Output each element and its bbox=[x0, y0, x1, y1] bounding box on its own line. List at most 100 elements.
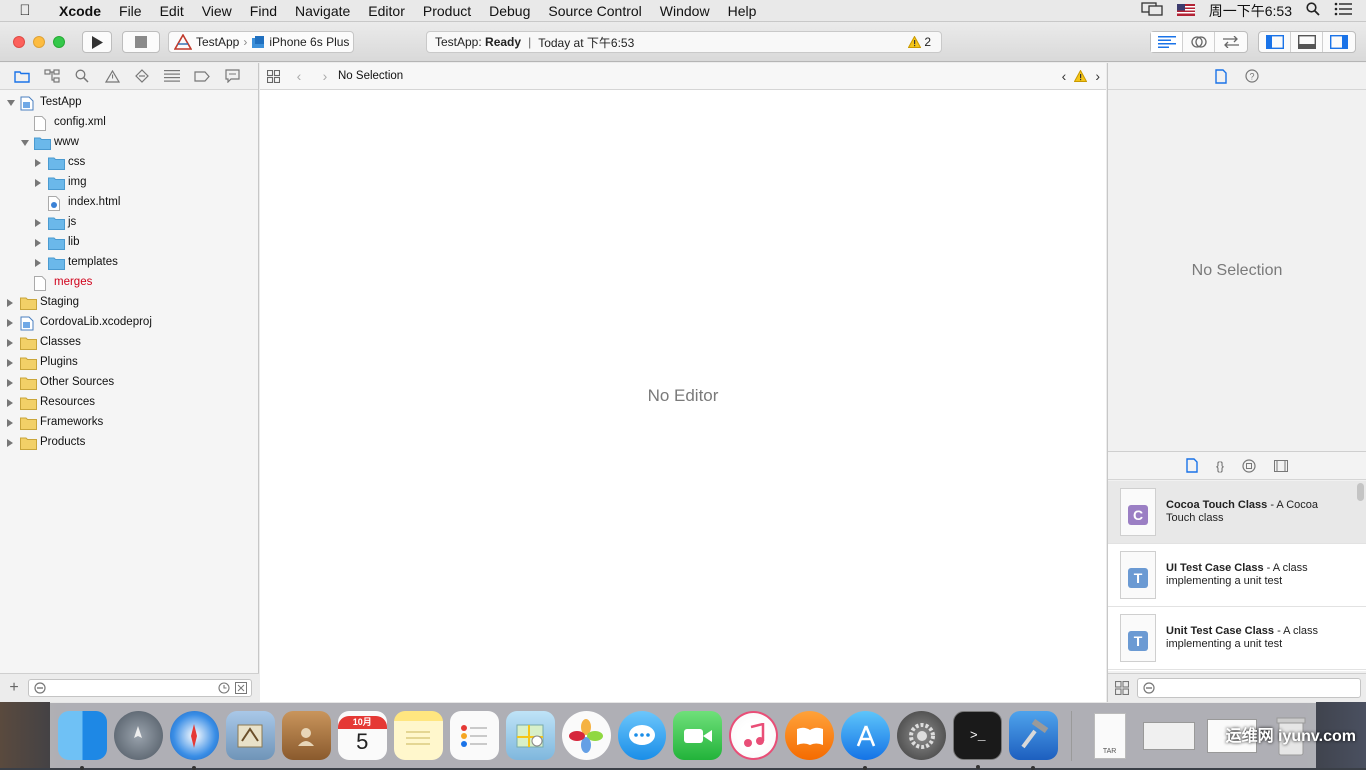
disclosure-closed-icon[interactable] bbox=[7, 359, 13, 367]
report-navigator-tab[interactable] bbox=[222, 67, 242, 85]
source-control-filter-icon[interactable] bbox=[235, 682, 247, 694]
xcode-dock-icon[interactable] bbox=[1009, 711, 1059, 770]
template-list-item[interactable]: C Cocoa Touch Class - A Cocoa Touch class bbox=[1108, 481, 1366, 544]
tree-row[interactable]: js bbox=[0, 213, 258, 233]
toggle-utilities-button[interactable] bbox=[1323, 32, 1355, 52]
tree-row[interactable]: CordovaLib.xcodeproj bbox=[0, 313, 258, 333]
disclosure-closed-icon[interactable] bbox=[7, 419, 13, 427]
menu-editor[interactable]: Editor bbox=[359, 3, 414, 19]
warnings-indicator[interactable]: 2 bbox=[908, 35, 941, 49]
menu-app-name[interactable]: Xcode bbox=[50, 3, 110, 19]
reminders-dock-icon[interactable] bbox=[449, 711, 499, 760]
finder-dock-icon[interactable] bbox=[58, 711, 107, 770]
disclosure-closed-icon[interactable] bbox=[7, 319, 13, 327]
app-store-dock-icon[interactable] bbox=[841, 711, 891, 770]
go-back-button[interactable]: ‹ bbox=[286, 68, 312, 84]
recent-files-icon[interactable] bbox=[218, 682, 230, 694]
disclosure-closed-icon[interactable] bbox=[7, 299, 13, 307]
file-template-library-icon[interactable] bbox=[1186, 458, 1198, 473]
library-scrollbar[interactable] bbox=[1357, 483, 1364, 501]
file-inspector-icon[interactable] bbox=[1215, 68, 1227, 84]
template-list-item[interactable]: T Unit Test Case Class - A class implemen… bbox=[1108, 607, 1366, 670]
notes-dock-icon[interactable] bbox=[393, 711, 443, 760]
quick-help-icon[interactable]: ? bbox=[1245, 69, 1259, 83]
assistant-editor-button[interactable] bbox=[1183, 32, 1215, 52]
grid-view-toggle-icon[interactable] bbox=[1115, 681, 1129, 695]
disclosure-closed-icon[interactable] bbox=[35, 219, 41, 227]
input-source-flag-icon[interactable] bbox=[1176, 3, 1195, 19]
library-filter-input[interactable] bbox=[1137, 678, 1361, 698]
template-list-item[interactable]: T UI Test Case Class - A class implementi… bbox=[1108, 544, 1366, 607]
tree-row[interactable]: templates bbox=[0, 253, 258, 273]
jumpbar-path[interactable]: No Selection bbox=[338, 70, 403, 82]
tree-row[interactable]: img bbox=[0, 173, 258, 193]
navigator-filter-input[interactable] bbox=[28, 679, 252, 697]
tree-row[interactable]: Staging bbox=[0, 293, 258, 313]
terminal-dock-icon[interactable]: >_ bbox=[953, 711, 1003, 769]
close-window-button[interactable] bbox=[13, 36, 25, 48]
add-file-button[interactable]: + bbox=[0, 679, 28, 697]
breakpoint-navigator-tab[interactable] bbox=[192, 67, 212, 85]
menu-view[interactable]: View bbox=[193, 3, 241, 19]
spotlight-search-icon[interactable] bbox=[1306, 2, 1320, 19]
symbol-navigator-tab[interactable] bbox=[42, 67, 62, 85]
display-mirror-icon[interactable] bbox=[1141, 2, 1163, 19]
related-items-button[interactable] bbox=[260, 69, 286, 83]
menu-product[interactable]: Product bbox=[414, 3, 480, 19]
test-navigator-tab[interactable] bbox=[132, 67, 152, 85]
tree-row[interactable]: css bbox=[0, 153, 258, 173]
tree-row[interactable]: index.html bbox=[0, 193, 258, 213]
go-forward-button[interactable]: › bbox=[312, 68, 338, 84]
disclosure-closed-icon[interactable] bbox=[7, 399, 13, 407]
ibooks-dock-icon[interactable] bbox=[785, 711, 835, 760]
itunes-dock-icon[interactable] bbox=[729, 711, 779, 760]
next-issue-button[interactable]: › bbox=[1095, 68, 1100, 84]
disclosure-closed-icon[interactable] bbox=[7, 379, 13, 387]
mail-dock-icon[interactable] bbox=[225, 711, 275, 760]
tree-row[interactable]: www bbox=[0, 133, 258, 153]
contacts-dock-icon[interactable] bbox=[281, 711, 331, 760]
menu-find[interactable]: Find bbox=[241, 3, 286, 19]
tree-row[interactable]: config.xml bbox=[0, 113, 258, 133]
run-button[interactable] bbox=[82, 31, 112, 53]
toggle-navigator-button[interactable] bbox=[1259, 32, 1291, 52]
calendar-dock-icon[interactable]: 10月 5 bbox=[337, 711, 387, 760]
media-library-icon[interactable] bbox=[1274, 459, 1288, 472]
minimize-window-button[interactable] bbox=[33, 36, 45, 48]
archive-file-dock-icon[interactable]: TAR bbox=[1085, 711, 1134, 760]
previous-issue-button[interactable]: ‹ bbox=[1062, 68, 1067, 84]
menu-file[interactable]: File bbox=[110, 3, 151, 19]
scheme-selector[interactable]: TestApp › iPhone 6s Plus bbox=[168, 31, 354, 53]
stop-button[interactable] bbox=[122, 31, 160, 53]
menu-help[interactable]: Help bbox=[719, 3, 766, 19]
menu-navigate[interactable]: Navigate bbox=[286, 3, 359, 19]
messages-dock-icon[interactable] bbox=[617, 711, 667, 760]
code-snippet-library-icon[interactable]: {} bbox=[1216, 459, 1224, 473]
tree-row[interactable]: lib bbox=[0, 233, 258, 253]
tree-row[interactable]: TestApp bbox=[0, 93, 258, 113]
disclosure-open-icon[interactable] bbox=[21, 140, 29, 146]
issue-warning-icon[interactable] bbox=[1074, 70, 1088, 82]
tree-row[interactable]: Plugins bbox=[0, 353, 258, 373]
disclosure-closed-icon[interactable] bbox=[35, 179, 41, 187]
tree-row[interactable]: Resources bbox=[0, 393, 258, 413]
tree-row[interactable]: Other Sources bbox=[0, 373, 258, 393]
disclosure-closed-icon[interactable] bbox=[7, 339, 13, 347]
project-navigator-tab[interactable] bbox=[12, 67, 32, 85]
menu-edit[interactable]: Edit bbox=[151, 3, 193, 19]
notification-center-icon[interactable] bbox=[1334, 2, 1352, 19]
object-library-icon[interactable] bbox=[1242, 458, 1256, 473]
maps-dock-icon[interactable] bbox=[505, 711, 555, 760]
find-navigator-tab[interactable] bbox=[72, 67, 92, 85]
standard-editor-button[interactable] bbox=[1151, 32, 1183, 52]
disclosure-closed-icon[interactable] bbox=[7, 439, 13, 447]
tree-row[interactable]: Classes bbox=[0, 333, 258, 353]
disclosure-closed-icon[interactable] bbox=[35, 239, 41, 247]
facetime-dock-icon[interactable] bbox=[673, 711, 723, 760]
tree-row[interactable]: Products bbox=[0, 433, 258, 453]
system-preferences-dock-icon[interactable] bbox=[897, 711, 947, 760]
issue-navigator-tab[interactable] bbox=[102, 67, 122, 85]
disclosure-open-icon[interactable] bbox=[7, 100, 15, 106]
version-editor-button[interactable] bbox=[1215, 32, 1247, 52]
menu-window[interactable]: Window bbox=[651, 3, 719, 19]
